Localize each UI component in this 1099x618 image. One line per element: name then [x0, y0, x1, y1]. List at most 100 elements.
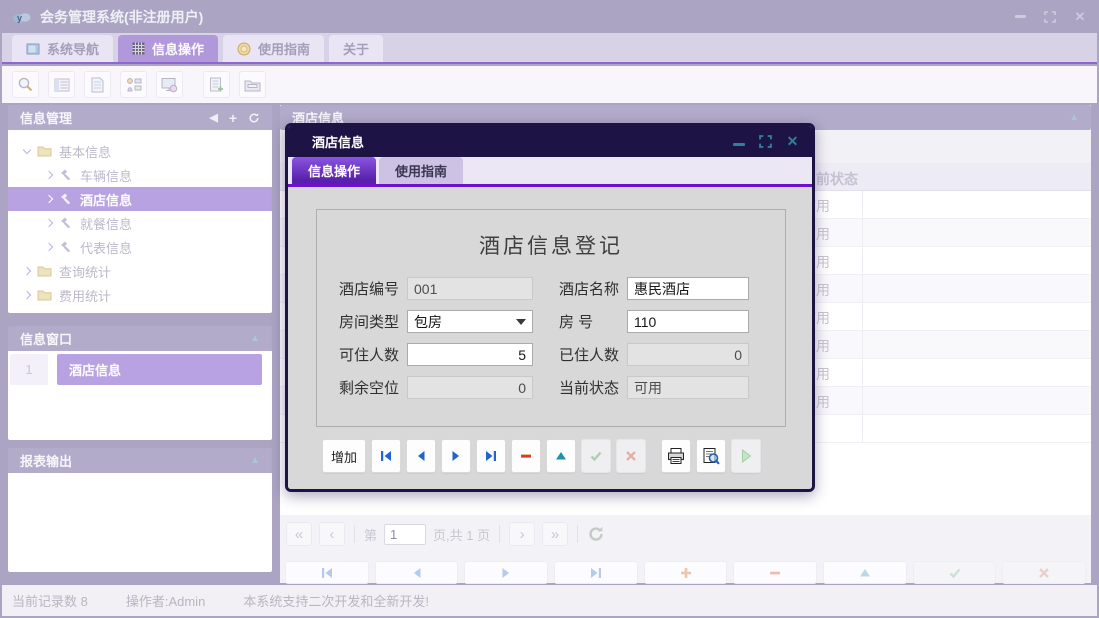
tab-about[interactable]: 关于 [329, 35, 383, 62]
folder-icon [244, 78, 261, 92]
tree-item-query-statistics[interactable]: 查询统计 [8, 259, 272, 283]
status-message: 本系统支持二次开发和全新开发! [243, 591, 429, 610]
room-number-field[interactable] [627, 310, 749, 333]
cancel-button[interactable] [616, 439, 646, 473]
run-button[interactable] [731, 439, 761, 473]
panel-header-info-window[interactable]: 信息窗口 ▲ [8, 326, 272, 351]
chevron-right-icon[interactable] [45, 171, 53, 179]
tab-info-operation[interactable]: 信息操作 [118, 35, 218, 62]
collapse-icon[interactable]: ▲ [1069, 112, 1079, 123]
capacity-field[interactable] [407, 343, 533, 366]
document-button[interactable] [84, 71, 111, 98]
chevron-right-icon[interactable] [23, 267, 31, 275]
last-record-button[interactable] [476, 439, 506, 473]
item-label[interactable]: 酒店信息 [57, 354, 262, 385]
last-page-button[interactable]: » [542, 522, 568, 546]
tab-user-guide[interactable]: 使用指南 [223, 35, 324, 62]
refresh-icon[interactable] [587, 525, 605, 543]
next-record-button[interactable] [464, 561, 548, 584]
close-icon[interactable]: ✕ [1073, 10, 1087, 24]
info-window-item[interactable]: 1 酒店信息 [10, 354, 262, 385]
tree-item-label: 酒店信息 [80, 190, 132, 209]
tab-label: 使用指南 [258, 39, 310, 58]
prev-record-button[interactable] [375, 561, 459, 584]
search-button[interactable] [12, 71, 39, 98]
add-button[interactable]: 增加 [322, 439, 366, 473]
cancel-button[interactable] [1002, 561, 1086, 584]
hotel-name-field[interactable] [627, 277, 749, 300]
confirm-button[interactable] [913, 561, 997, 584]
dialog-titlebar[interactable]: 酒店信息 ✕ [288, 126, 812, 157]
add-record-button[interactable] [644, 561, 728, 584]
print-preview-button[interactable] [696, 439, 726, 473]
prev-record-button[interactable] [406, 439, 436, 473]
panel-add-icon[interactable]: + [229, 110, 237, 126]
dialog-tab-info-operation[interactable]: 信息操作 [292, 157, 376, 184]
monitor-search-button[interactable] [156, 71, 183, 98]
page-prefix-label: 第 [364, 525, 377, 544]
last-record-button[interactable] [554, 561, 638, 584]
chevron-right-icon[interactable] [45, 219, 53, 227]
document-add-button[interactable] [203, 71, 230, 98]
first-record-button[interactable] [285, 561, 369, 584]
page-number-input[interactable] [384, 524, 426, 545]
tree-item-dining-info[interactable]: 就餐信息 [8, 211, 272, 235]
confirm-button[interactable] [581, 439, 611, 473]
print-button[interactable] [661, 439, 691, 473]
next-record-button[interactable] [441, 439, 471, 473]
panel-title: 信息管理 [20, 108, 72, 127]
window-title: 会务管理系统(非注册用户) [40, 7, 203, 27]
maximize-icon[interactable] [1043, 10, 1057, 24]
edit-record-button[interactable] [546, 439, 576, 473]
tab-label: 信息操作 [152, 39, 204, 58]
first-page-button[interactable]: « [286, 522, 312, 546]
dialog-button-bar: 增加 [322, 439, 761, 473]
dialog-tab-user-guide[interactable]: 使用指南 [379, 157, 463, 184]
room-type-label: 房间类型 [339, 311, 407, 332]
minimize-icon[interactable] [1013, 10, 1027, 24]
hotel-code-field [407, 277, 533, 300]
chevron-right-icon[interactable] [23, 291, 31, 299]
tree-item-basic-info[interactable]: 基本信息 [8, 139, 272, 163]
tree-item-hotel-info[interactable]: 酒店信息 [8, 187, 272, 211]
org-chart-button[interactable] [120, 71, 147, 98]
panel-header-report-output[interactable]: 报表输出 ▲ [8, 448, 272, 473]
tree-item-label: 基本信息 [59, 142, 111, 161]
chevron-expanded-icon[interactable] [23, 145, 31, 153]
printer-icon [667, 447, 685, 465]
tree-item-representative-info[interactable]: 代表信息 [8, 235, 272, 259]
tree-item-vehicle-info[interactable]: 车辆信息 [8, 163, 272, 187]
tool-icon [59, 216, 73, 230]
dialog-close-icon[interactable]: ✕ [785, 134, 800, 149]
panel-refresh-icon[interactable] [248, 112, 260, 124]
collapse-icon[interactable]: ▲ [250, 455, 260, 466]
dialog-title: 酒店信息 [312, 132, 364, 151]
chevron-right-icon[interactable] [45, 243, 53, 251]
chevron-right-icon[interactable] [45, 195, 53, 203]
dialog-maximize-icon[interactable] [758, 134, 773, 149]
table-view-button[interactable] [48, 71, 75, 98]
next-page-button[interactable]: › [509, 522, 535, 546]
edit-record-button[interactable] [823, 561, 907, 584]
capacity-label: 可住人数 [339, 344, 407, 365]
folder-icon [37, 289, 52, 301]
room-type-value: 包房 [414, 312, 442, 332]
form-title: 酒店信息登记 [317, 230, 785, 260]
svg-text:y: y [17, 13, 22, 23]
main-toolbar [2, 66, 1097, 103]
delete-record-button[interactable] [511, 439, 541, 473]
dialog-minimize-icon[interactable] [731, 134, 746, 149]
room-type-select[interactable]: 包房 [407, 310, 533, 333]
first-record-button[interactable] [371, 439, 401, 473]
tree-item-label: 代表信息 [80, 238, 132, 257]
folder-button[interactable] [239, 71, 266, 98]
pager-zone: « ‹ 第 页,共 1 页 › » [280, 515, 1091, 583]
operator-label: 操作者:Admin [126, 591, 205, 610]
delete-record-button[interactable] [733, 561, 817, 584]
tab-system-navigation[interactable]: 系统导航 [12, 35, 113, 62]
panel-back-icon[interactable]: ◀ [209, 111, 217, 124]
tree-item-fee-statistics[interactable]: 费用统计 [8, 283, 272, 307]
prev-page-button[interactable]: ‹ [319, 522, 345, 546]
panel-header-info-management[interactable]: 信息管理 ◀ + [8, 105, 272, 130]
collapse-icon[interactable]: ▲ [250, 333, 260, 344]
